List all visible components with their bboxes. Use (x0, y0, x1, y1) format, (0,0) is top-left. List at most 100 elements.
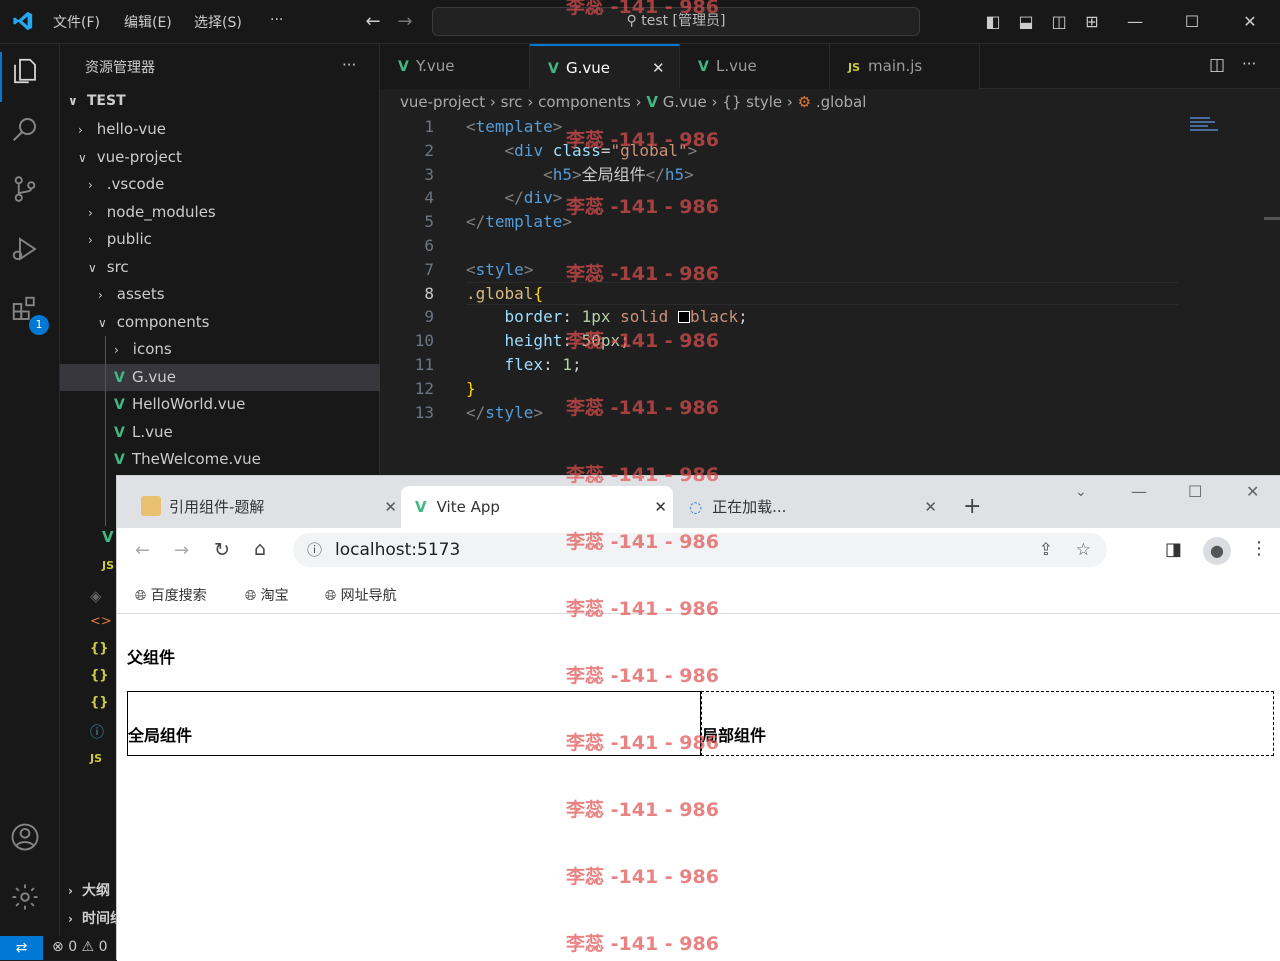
reload-icon[interactable]: ↻ (214, 539, 230, 561)
tab-close-icon[interactable]: ✕ (924, 486, 937, 528)
maximize-icon[interactable]: ☐ (1181, 11, 1203, 33)
sidebar-item[interactable]: › icons (60, 336, 380, 363)
bookmark-star-icon[interactable]: ☆ (1076, 533, 1091, 567)
code-line: } (466, 378, 476, 398)
address-bar[interactable]: ⓘ localhost:5173 ⇪ ☆ (293, 533, 1107, 567)
breadcrumb-item[interactable]: G.vue (663, 93, 707, 111)
sidebar-item[interactable]: V L.vue (60, 419, 380, 446)
vue-favicon-icon: V (415, 498, 427, 516)
sidebar-item[interactable]: ∨ vue-project (60, 144, 380, 171)
sidebar-item[interactable]: V TheWelcome.vue (60, 446, 380, 473)
tab-close-icon[interactable]: ✕ (384, 486, 397, 528)
more-actions-icon[interactable]: ··· (1242, 55, 1256, 73)
tab-main-js[interactable]: JS main.js (830, 44, 980, 89)
line-number: 10 (414, 331, 434, 351)
sidebar-item[interactable]: ∨ components (60, 309, 380, 336)
profile-avatar-icon[interactable]: ● (1203, 537, 1231, 565)
sidebar-item[interactable]: › node_modules (60, 199, 380, 226)
vue-file-icon: V (114, 424, 125, 441)
outline-label: 大纲 (82, 883, 110, 899)
bookmark-nav[interactable]: 🌐︎ 网址导航 (325, 585, 397, 605)
title-bar: 文件(F) 编辑(E) 选择(S) ··· ← → ⚲ test [管理员] ◧… (0, 0, 1280, 44)
workspace-root-label: TEST (86, 93, 126, 109)
browser-tab-active[interactable]: V Vite App ✕ (401, 486, 673, 528)
source-control-icon[interactable] (10, 174, 50, 214)
share-icon[interactable]: ⇪ (1039, 533, 1053, 567)
breadcrumb-item[interactable]: vue-project (400, 93, 485, 111)
code-line: </style> (466, 402, 544, 422)
back-arrow-icon[interactable]: ← (362, 11, 384, 33)
sidebar-item[interactable]: V G.vue (60, 363, 380, 391)
breadcrumb-item[interactable]: .global (816, 93, 867, 111)
close-icon[interactable]: ✕ (1239, 11, 1261, 33)
chevron-right-icon: › (78, 123, 83, 137)
maximize-icon[interactable]: ☐ (1188, 482, 1202, 501)
status-bar: ⇄ ⊗ 0 ⚠ 0 (0, 936, 116, 960)
tab-g-vue[interactable]: V G.vue ✕ (530, 44, 680, 89)
code-line: <template> (466, 117, 563, 136)
bookmarks-bar: 🌐︎ 百度搜索 🌐︎ 淘宝 🌐︎ 网址导航 (117, 576, 1280, 614)
menu-selection[interactable]: 选择(S) (194, 12, 242, 32)
menu-more[interactable]: ··· (270, 12, 283, 28)
sidebar-item[interactable]: › assets (60, 281, 380, 308)
sidebar-item[interactable]: ∨ src (60, 254, 380, 281)
breadcrumb-item[interactable]: components (538, 93, 631, 111)
bookmark-label: 网址导航 (340, 588, 397, 604)
globe-icon: 🌐︎ (135, 588, 147, 604)
chevron-right-icon: › (68, 912, 73, 926)
customize-layout-icon[interactable]: ⊞ (1081, 11, 1103, 33)
line-number: 5 (424, 212, 434, 232)
tab-search-icon[interactable]: ⌄ (1075, 484, 1087, 500)
home-icon[interactable]: ⌂ (254, 538, 266, 560)
new-tab-icon[interactable]: + (963, 494, 981, 519)
bookmark-taobao[interactable]: 🌐︎ 淘宝 (245, 585, 289, 605)
browser-tab[interactable]: ◌ 正在加载... ✕ (683, 486, 943, 528)
breadcrumb-item[interactable]: src (501, 93, 523, 111)
explorer-icon[interactable] (10, 56, 50, 96)
side-panel-icon[interactable]: ◨ (1165, 539, 1182, 560)
code-editor[interactable]: 1 2 3 4 5 6 7 8 9 10 11 12 13 <template> <div class=… (380, 115, 1280, 475)
remote-icon[interactable]: ⇄ (0, 936, 43, 960)
workspace-root[interactable]: ∨ TEST (60, 88, 380, 115)
sidebar-item[interactable]: › public (60, 226, 380, 253)
toggle-secondary-sidebar-icon[interactable]: ◫ (1048, 11, 1070, 33)
minimize-icon[interactable]: — (1124, 11, 1146, 33)
toggle-sidebar-icon[interactable]: ◧ (982, 11, 1004, 33)
timeline-section[interactable]: › 时间线 (60, 906, 118, 933)
tab-l-vue[interactable]: V L.vue (680, 44, 830, 89)
outline-section[interactable]: › 大纲 (60, 878, 118, 905)
tab-close-icon[interactable]: ✕ (652, 46, 665, 91)
menu-file[interactable]: 文件(F) (53, 12, 100, 32)
account-icon[interactable] (10, 822, 50, 862)
toggle-panel-icon[interactable]: ⬓ (1015, 11, 1037, 33)
sidebar-more-icon[interactable]: ··· (342, 56, 356, 74)
tab-close-icon[interactable]: ✕ (654, 486, 667, 528)
browser-tab[interactable]: 引用组件-题解 ✕ (129, 486, 401, 528)
forward-icon[interactable]: → (174, 540, 189, 561)
run-debug-icon[interactable] (10, 234, 50, 274)
forward-arrow-icon[interactable]: → (394, 11, 416, 33)
error-count[interactable]: ⊗ 0 ⚠ 0 (52, 939, 107, 955)
tab-y-vue[interactable]: V Y.vue (380, 44, 530, 89)
back-icon[interactable]: ← (135, 540, 150, 561)
bookmark-baidu[interactable]: 🌐︎ 百度搜索 (135, 585, 207, 605)
breadcrumb: vue-project › src › components › V G.vue… (380, 89, 1280, 115)
line-number: 13 (414, 402, 434, 422)
command-center[interactable]: ⚲ test [管理员] (432, 7, 920, 36)
close-icon[interactable]: ✕ (1246, 482, 1259, 501)
tab-label: main.js (868, 57, 923, 75)
sidebar-item[interactable]: › .vscode (60, 171, 380, 198)
sidebar-item[interactable]: › hello-vue (60, 116, 380, 143)
search-icon[interactable] (10, 114, 50, 154)
code-line: height: 50px; (504, 331, 630, 351)
breadcrumb-item[interactable]: {} style (722, 93, 782, 111)
scrollbar[interactable] (1264, 217, 1280, 220)
split-editor-icon[interactable]: ◫ (1209, 55, 1225, 75)
minimap[interactable] (1188, 115, 1228, 145)
menu-kebab-icon[interactable]: ⋮ (1250, 538, 1268, 559)
menu-edit[interactable]: 编辑(E) (124, 12, 172, 32)
gear-icon[interactable] (10, 882, 50, 922)
minimize-icon[interactable]: — (1131, 482, 1147, 501)
site-info-icon[interactable]: ⓘ (307, 533, 322, 567)
sidebar-item[interactable]: V HelloWorld.vue (60, 391, 380, 418)
